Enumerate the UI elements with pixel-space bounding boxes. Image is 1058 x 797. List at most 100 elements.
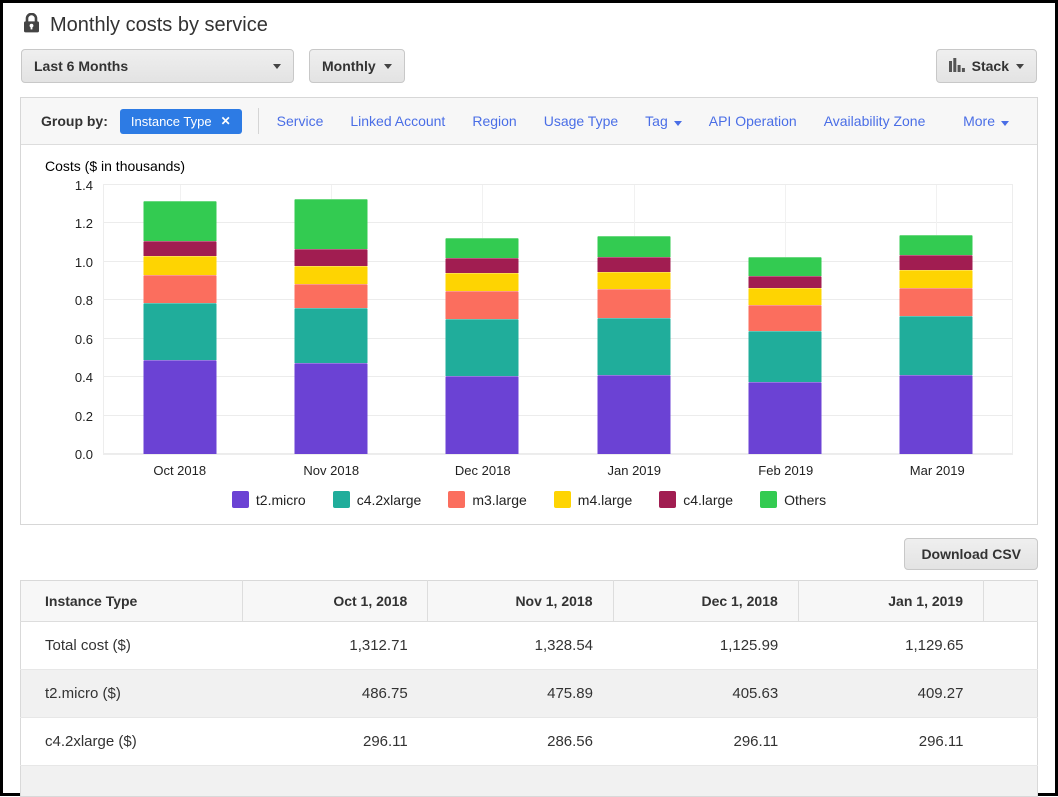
chevron-down-icon <box>273 64 281 69</box>
bar-segment-Others[interactable] <box>749 257 822 276</box>
column-header-oct[interactable]: Oct 1, 2018 <box>243 581 428 622</box>
column-header-jan[interactable]: Jan 1, 2019 <box>798 581 983 622</box>
close-icon[interactable] <box>221 114 231 128</box>
bar-segment-m3-large[interactable] <box>143 275 216 303</box>
cell-value: 1,312.71 <box>243 622 428 670</box>
legend-label: m4.large <box>578 492 632 508</box>
group-by-option-more[interactable]: More <box>963 113 1009 129</box>
table-row-partial <box>21 766 1038 797</box>
time-range-dropdown[interactable]: Last 6 Months <box>21 49 294 83</box>
bar-segment-Others[interactable] <box>597 236 670 257</box>
gridline <box>104 376 1012 377</box>
divider <box>258 108 259 134</box>
chart-style-dropdown[interactable]: Stack <box>936 49 1037 83</box>
bar-segment-c4-2xlarge[interactable] <box>597 318 670 375</box>
cell-value: 296.11 <box>613 718 798 766</box>
column-header-nov[interactable]: Nov 1, 2018 <box>428 581 613 622</box>
bar-segment-Others[interactable] <box>143 201 216 241</box>
bar-segment-t2-micro[interactable] <box>749 382 822 454</box>
x-axis-label: Jan 2019 <box>608 463 662 478</box>
group-by-selected-pill[interactable]: Instance Type <box>120 109 242 134</box>
bar-segment-m3-large[interactable] <box>900 288 973 316</box>
bar-segment-Others[interactable] <box>900 235 973 255</box>
group-by-option-tag[interactable]: Tag <box>645 113 682 129</box>
table-row: Total cost ($) 1,312.71 1,328.54 1,125.9… <box>21 622 1038 670</box>
cell-value: 296.11 <box>243 718 428 766</box>
y-tick-label: 0.6 <box>75 332 93 347</box>
bar-segment-t2-micro[interactable] <box>143 360 216 454</box>
group-by-option-label: Availability Zone <box>824 113 926 129</box>
group-by-option-api-operation[interactable]: API Operation <box>709 113 797 129</box>
bar-oct-2018[interactable] <box>143 201 216 454</box>
bar-segment-c4-large[interactable] <box>295 249 368 266</box>
bar-segment-c4-large[interactable] <box>749 276 822 288</box>
y-tick-label: 0.8 <box>75 293 93 308</box>
group-by-option-region[interactable]: Region <box>472 113 516 129</box>
cell-spacer <box>984 718 1038 766</box>
cost-table: Instance Type Oct 1, 2018 Nov 1, 2018 De… <box>20 580 1038 797</box>
bar-dec-2018[interactable] <box>446 238 519 454</box>
bar-segment-c4-2xlarge[interactable] <box>143 303 216 360</box>
group-by-option-availability-zone[interactable]: Availability Zone <box>824 113 926 129</box>
bar-segment-m4-large[interactable] <box>143 256 216 275</box>
bar-segment-c4-large[interactable] <box>900 255 973 270</box>
page-header: Monthly costs by service <box>3 3 1055 38</box>
y-tick-label: 0.0 <box>75 447 93 462</box>
group-by-option-label: More <box>963 113 995 129</box>
bar-segment-m4-large[interactable] <box>446 273 519 291</box>
bar-segment-m3-large[interactable] <box>446 291 519 319</box>
download-csv-button[interactable]: Download CSV <box>904 538 1038 570</box>
bar-segment-m3-large[interactable] <box>749 305 822 331</box>
cell-value: 286.56 <box>428 718 613 766</box>
group-by-option-service[interactable]: Service <box>277 113 324 129</box>
gridline <box>104 338 1012 339</box>
legend-label: m3.large <box>472 492 526 508</box>
bar-mar-2019[interactable] <box>900 235 973 454</box>
bar-segment-m4-large[interactable] <box>597 272 670 289</box>
bar-segment-Others[interactable] <box>446 238 519 258</box>
bar-segment-t2-micro[interactable] <box>900 375 973 454</box>
legend-swatch <box>448 491 465 508</box>
bar-segment-t2-micro[interactable] <box>446 376 519 454</box>
cell-value: 475.89 <box>428 670 613 718</box>
bar-segment-c4-large[interactable] <box>446 258 519 273</box>
page-title: Monthly costs by service <box>50 14 268 37</box>
cell-value: 409.27 <box>798 670 983 718</box>
legend-item-t2-micro: t2.micro <box>232 491 306 508</box>
y-tick-label: 0.4 <box>75 370 93 385</box>
bar-segment-c4-2xlarge[interactable] <box>749 331 822 382</box>
y-tick-label: 0.2 <box>75 409 93 424</box>
bar-segment-m4-large[interactable] <box>900 270 973 288</box>
bar-nov-2018[interactable] <box>295 199 368 454</box>
gridline <box>104 453 1012 454</box>
gridline <box>104 261 1012 262</box>
legend-item-m3-large: m3.large <box>448 491 526 508</box>
cell-value: 1,129.65 <box>798 622 983 670</box>
column-header-instance-type[interactable]: Instance Type <box>21 581 243 622</box>
granularity-dropdown[interactable]: Monthly <box>309 49 405 83</box>
group-by-option-label: Linked Account <box>350 113 445 129</box>
group-by-option-label: Region <box>472 113 516 129</box>
bar-jan-2019[interactable] <box>597 236 670 454</box>
bar-segment-m4-large[interactable] <box>295 266 368 284</box>
bar-segment-m3-large[interactable] <box>295 284 368 308</box>
bar-segment-c4-large[interactable] <box>597 257 670 272</box>
bar-segment-c4-2xlarge[interactable] <box>446 319 519 376</box>
bar-segment-Others[interactable] <box>295 199 368 249</box>
gridline <box>104 299 1012 300</box>
bar-segment-c4-large[interactable] <box>143 241 216 256</box>
bar-segment-c4-2xlarge[interactable] <box>295 308 368 363</box>
group-by-option-linked-account[interactable]: Linked Account <box>350 113 445 129</box>
bar-feb-2019[interactable] <box>749 257 822 454</box>
y-tick-label: 1.0 <box>75 255 93 270</box>
bar-segment-m3-large[interactable] <box>597 289 670 318</box>
column-header-dec[interactable]: Dec 1, 2018 <box>613 581 798 622</box>
bar-segment-t2-micro[interactable] <box>597 375 670 454</box>
group-by-option-usage-type[interactable]: Usage Type <box>544 113 618 129</box>
bar-segment-t2-micro[interactable] <box>295 363 368 454</box>
group-by-label: Group by: <box>41 113 108 129</box>
group-by-option-label: Tag <box>645 113 668 129</box>
bar-segment-c4-2xlarge[interactable] <box>900 316 973 375</box>
bar-segment-m4-large[interactable] <box>749 288 822 305</box>
x-axis-label: Nov 2018 <box>303 463 359 478</box>
